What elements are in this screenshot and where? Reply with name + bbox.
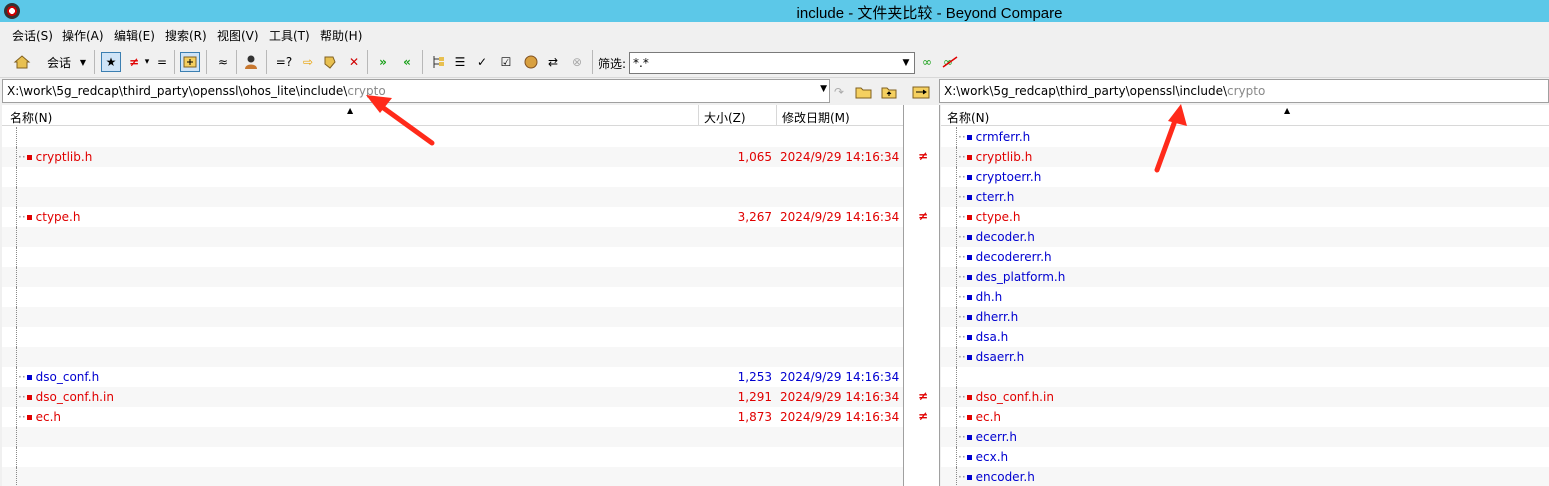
annotation-arrow-left (366, 95, 435, 146)
annotation-arrow-right (1154, 104, 1187, 173)
annotation-arrows (366, 95, 1187, 173)
